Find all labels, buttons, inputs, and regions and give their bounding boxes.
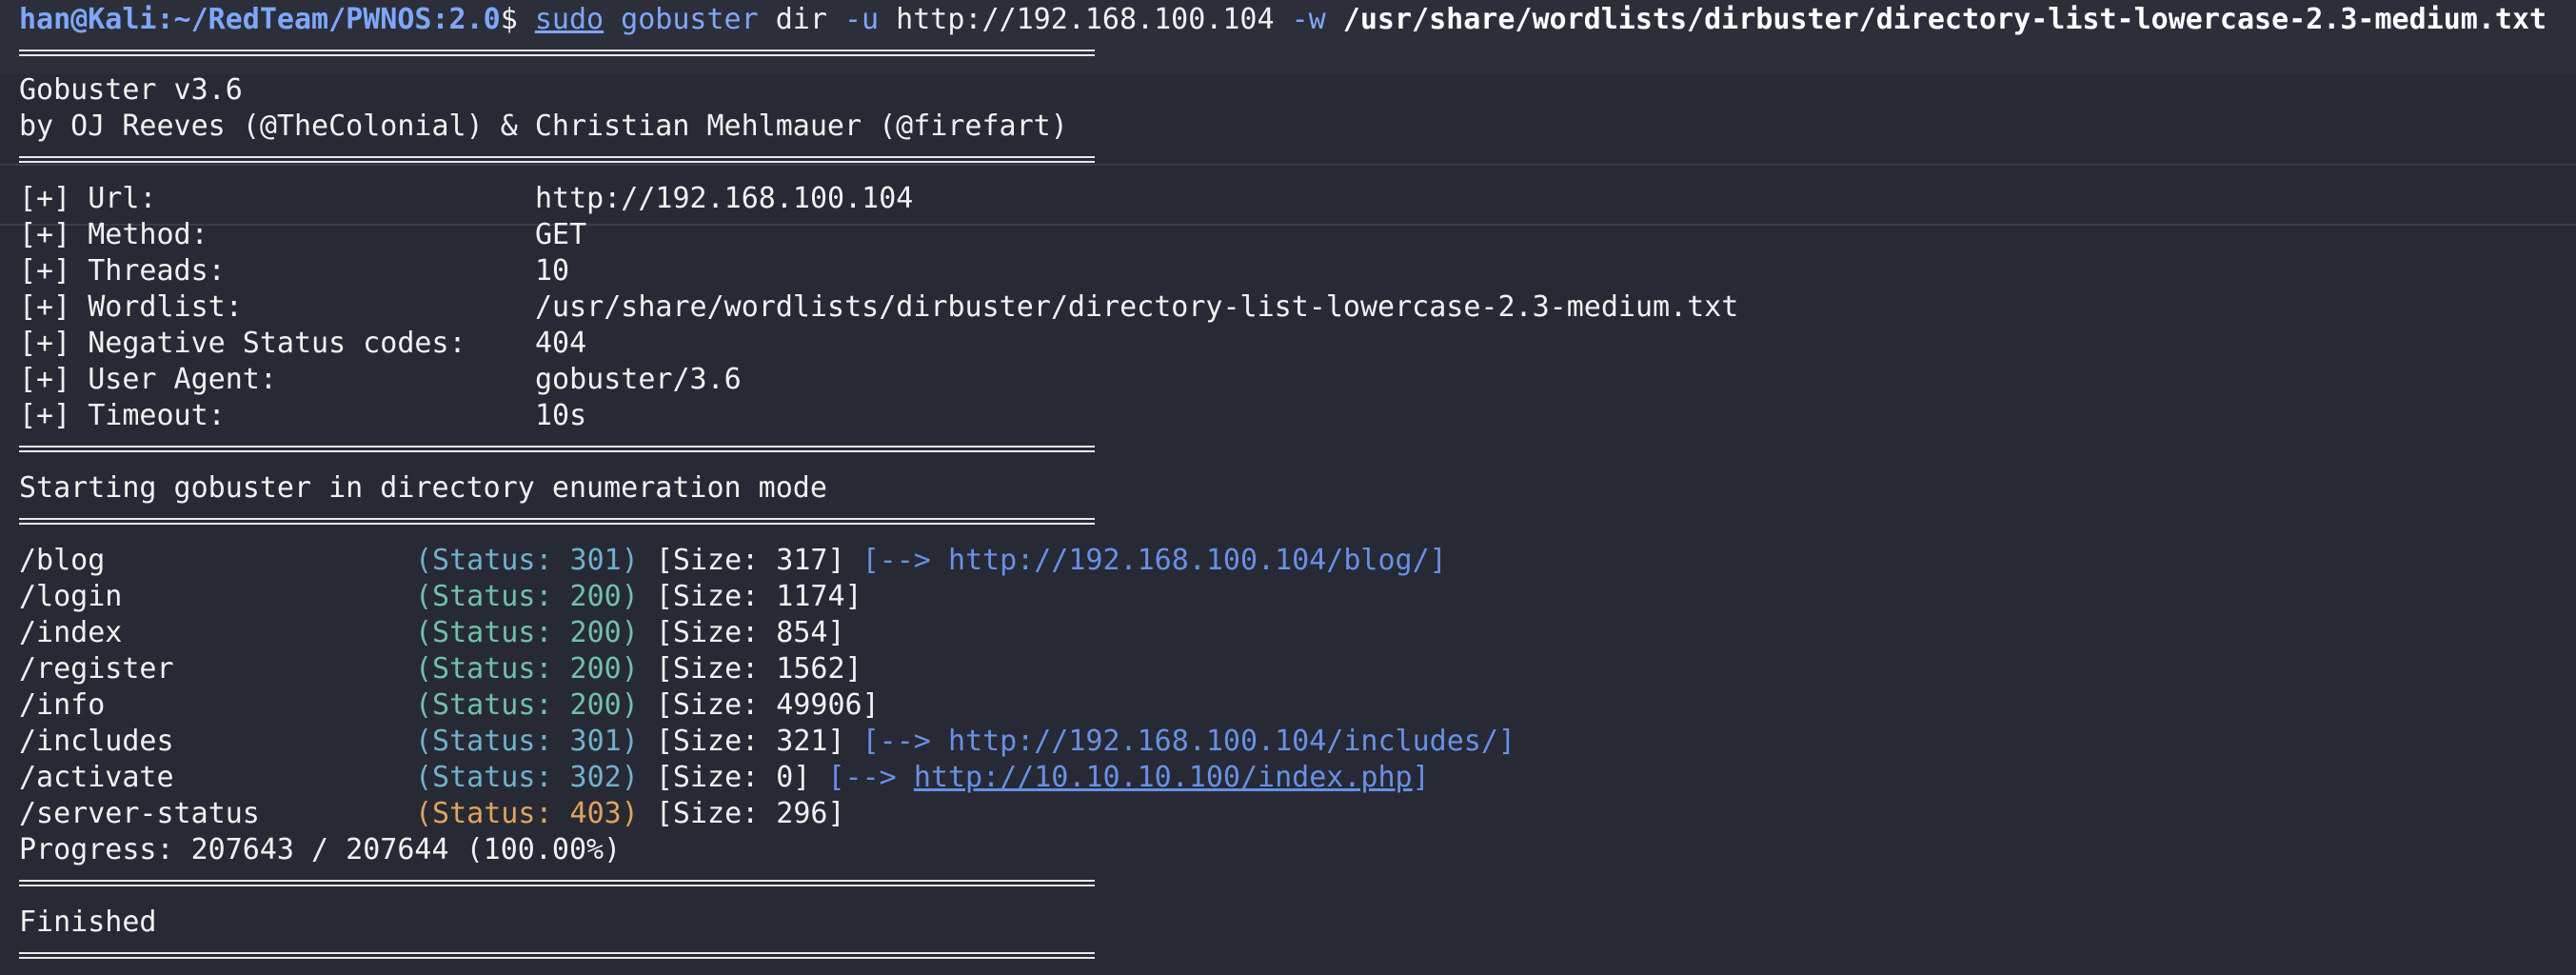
prompt-symbol: $	[500, 3, 535, 36]
redirect-url[interactable]: http://10.10.10.100/index.php	[914, 761, 1413, 794]
result-row: /server-status (Status: 403) [Size: 296]	[19, 796, 845, 832]
config-row: [+] Timeout: 10s	[19, 398, 586, 434]
config-label: [+] Threads:	[19, 254, 226, 288]
result-size: [Size: 1562]	[655, 652, 862, 686]
config-value: GET	[535, 218, 587, 251]
result-size: [Size: 1174]	[655, 580, 862, 613]
redirect-open: [-->	[862, 544, 931, 577]
result-info: (Status: 301) [Size: 317] [--> http://19…	[415, 543, 1447, 579]
result-row: /login (Status: 200) [Size: 1174]	[19, 579, 862, 615]
config-label: [+] Timeout:	[19, 399, 226, 432]
result-row: /info (Status: 200) [Size: 49906]	[19, 687, 880, 724]
redirect-url[interactable]: http://192.168.100.104/blog/	[948, 544, 1430, 577]
config-label: [+] Method:	[19, 218, 208, 251]
result-path: /register	[19, 652, 174, 686]
result-size: [Size: 296]	[655, 797, 845, 830]
result-path: /info	[19, 688, 106, 722]
progress-line: Progress: 207643 / 207644 (100.00%)	[19, 833, 622, 866]
result-size: [Size: 854]	[655, 616, 845, 649]
redirect-open: [-->	[827, 761, 897, 794]
command-wordlist: /usr/share/wordlists/dirbuster/directory…	[1342, 3, 2547, 36]
redirect-close: ]	[1412, 761, 1430, 794]
banner-authors: by OJ Reeves (@TheColonial) & Christian …	[19, 109, 1068, 143]
redirect-close: ]	[1429, 544, 1447, 577]
command-sudo: sudo	[534, 3, 604, 36]
banner-version: Gobuster v3.6	[19, 73, 243, 107]
prompt-path: :~/RedTeam/PWNOS:2.0	[156, 3, 501, 36]
finished-message: Finished	[19, 905, 157, 939]
config-label: [+] Url:	[19, 182, 157, 215]
config-label: [+] User Agent:	[19, 363, 277, 396]
separator	[19, 952, 1095, 959]
result-row: /includes (Status: 301) [Size: 321] [--> …	[19, 724, 1516, 760]
start-message: Starting gobuster in directory enumerati…	[19, 471, 827, 505]
background-divider	[0, 164, 2576, 166]
config-label: [+] Wordlist:	[19, 290, 243, 324]
command-url: http://192.168.100.104	[896, 3, 1275, 36]
config-row: [+] Wordlist: /usr/share/wordlists/dirbus…	[19, 289, 1738, 326]
result-info: (Status: 301) [Size: 321] [--> http://19…	[415, 724, 1516, 760]
command-mode: dir	[775, 3, 827, 36]
result-info: (Status: 200) [Size: 49906]	[415, 687, 880, 724]
result-size: [Size: 0]	[655, 761, 811, 794]
config-value: http://192.168.100.104	[535, 182, 914, 215]
command-line: han@Kali:~/RedTeam/PWNOS:2.0$ sudo gobus…	[19, 2, 2546, 38]
result-info: (Status: 200) [Size: 1174]	[415, 579, 862, 615]
result-size: [Size: 321]	[655, 725, 845, 758]
result-path: /includes	[19, 725, 174, 758]
prompt-user-host: han@Kali	[19, 3, 157, 36]
separator	[19, 156, 1095, 163]
result-size: [Size: 49906]	[655, 688, 880, 722]
command-wordlist-flag: -w	[1291, 3, 1326, 36]
config-value: /usr/share/wordlists/dirbuster/directory…	[535, 290, 1739, 324]
separator	[19, 446, 1095, 452]
result-info: (Status: 200) [Size: 854]	[415, 615, 845, 651]
result-status: (Status: 403)	[415, 797, 639, 830]
result-path: /login	[19, 580, 123, 613]
separator	[19, 50, 1095, 56]
result-row: /index (Status: 200) [Size: 854]	[19, 615, 845, 651]
result-info: (Status: 403) [Size: 296]	[415, 796, 845, 832]
config-value: 10	[535, 254, 570, 288]
redirect-url[interactable]: http://192.168.100.104/includes/	[948, 725, 1498, 758]
terminal-window[interactable]: han@Kali:~/RedTeam/PWNOS:2.0$ sudo gobus…	[0, 0, 2576, 975]
separator	[19, 518, 1095, 525]
config-value: 404	[535, 327, 587, 360]
result-path: /activate	[19, 761, 174, 794]
result-path: /server-status	[19, 797, 260, 830]
config-row: [+] Threads: 10	[19, 253, 569, 289]
config-label: [+] Negative Status codes:	[19, 327, 466, 360]
command-url-flag: -u	[843, 3, 880, 36]
config-row: [+] User Agent: gobuster/3.6	[19, 362, 742, 398]
result-status: (Status: 200)	[415, 580, 639, 613]
config-value: 10s	[535, 399, 587, 432]
redirect-open: [-->	[862, 725, 931, 758]
separator	[19, 880, 1095, 886]
result-row: /activate (Status: 302) [Size: 0] [--> ht…	[19, 760, 1430, 796]
config-row: [+] Method: GET	[19, 217, 586, 253]
result-status: (Status: 301)	[415, 544, 639, 577]
config-row: [+] Negative Status codes: 404	[19, 326, 586, 362]
result-status: (Status: 200)	[415, 688, 639, 722]
result-row: /blog (Status: 301) [Size: 317] [--> http…	[19, 543, 1447, 579]
config-row: [+] Url: http://192.168.100.104	[19, 181, 913, 217]
command-tool: gobuster	[621, 3, 759, 36]
result-size: [Size: 317]	[655, 544, 845, 577]
result-path: /blog	[19, 544, 106, 577]
result-status: (Status: 301)	[415, 725, 639, 758]
result-status: (Status: 200)	[415, 652, 639, 686]
config-value: gobuster/3.6	[535, 363, 742, 396]
result-path: /index	[19, 616, 123, 649]
result-info: (Status: 200) [Size: 1562]	[415, 651, 862, 687]
result-row: /register (Status: 200) [Size: 1562]	[19, 651, 862, 687]
result-info: (Status: 302) [Size: 0] [--> http://10.1…	[415, 760, 1430, 796]
result-status: (Status: 302)	[415, 761, 639, 794]
result-status: (Status: 200)	[415, 616, 639, 649]
background-divider	[0, 224, 2576, 226]
redirect-close: ]	[1497, 725, 1516, 758]
